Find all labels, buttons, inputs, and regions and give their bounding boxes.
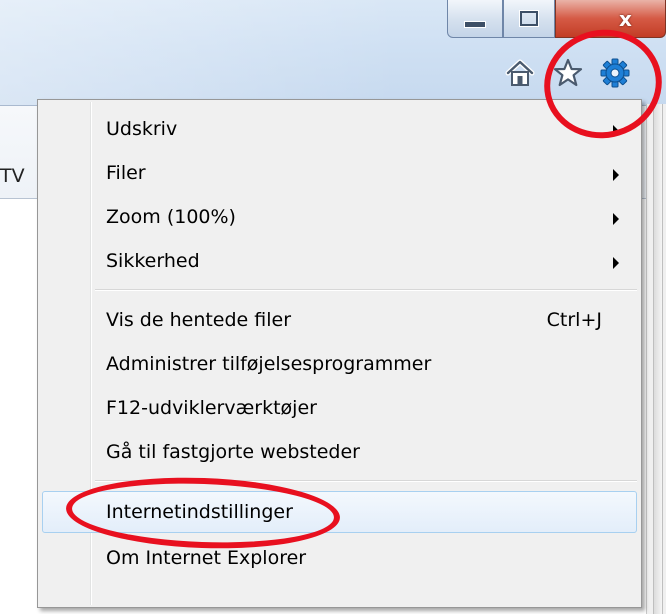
menu-item-internet-options[interactable]: Internetindstillinger [42,491,637,533]
gear-icon[interactable] [600,58,630,88]
menu-item-pinned-sites[interactable]: Gå til fastgjorte websteder [42,431,637,473]
menu-item-label: Sikkerhed [106,250,200,272]
submenu-arrow-icon [613,213,619,225]
close-button[interactable]: x [555,0,666,38]
menu-item-label: Administrer tilføjelsesprogrammer [106,353,432,375]
menu-item-label: Vis de hentede filer [106,309,292,331]
tools-menu: Udskriv Filer Zoom (100%) Sikkerhed Vis … [37,99,642,608]
tab-label-fragment: TV [0,165,25,187]
menu-item-view-downloads[interactable]: Vis de hentede filer Ctrl+J [42,299,637,341]
menu-item-manage-addons[interactable]: Administrer tilføjelsesprogrammer [42,343,637,385]
menu-item-zoom[interactable]: Zoom (100%) [42,196,637,238]
menu-item-label: Internetindstillinger [106,501,293,523]
star-icon[interactable] [553,58,583,88]
submenu-arrow-icon [613,169,619,181]
menu-item-label: Udskriv [106,118,178,140]
menu-item-label: Gå til fastgjorte websteder [106,441,360,463]
submenu-arrow-icon [613,125,619,137]
menu-item-print[interactable]: Udskriv [42,108,637,150]
menu-item-label: Zoom (100%) [106,206,236,228]
menu-item-file[interactable]: Filer [42,152,637,194]
maximize-icon [520,11,538,26]
menu-separator [95,480,637,482]
minimize-button[interactable] [447,0,503,38]
menu-item-label: Filer [106,162,146,184]
minimize-icon [464,21,486,28]
submenu-arrow-icon [613,257,619,269]
menu-item-about[interactable]: Om Internet Explorer [42,537,637,579]
close-icon: x [619,6,632,31]
menu-item-safety[interactable]: Sikkerhed [42,240,637,282]
scrollbar-track [653,104,663,614]
scrollbar-edge[interactable] [646,104,666,614]
menu-item-developer-tools[interactable]: F12-udviklerværktøjer [42,387,637,429]
home-icon[interactable] [505,58,535,88]
menu-separator [95,289,637,291]
menu-item-label: F12-udviklerværktøjer [106,397,317,419]
maximize-button[interactable] [503,0,555,38]
menu-item-label: Om Internet Explorer [106,547,307,569]
menu-item-shortcut: Ctrl+J [546,309,602,331]
